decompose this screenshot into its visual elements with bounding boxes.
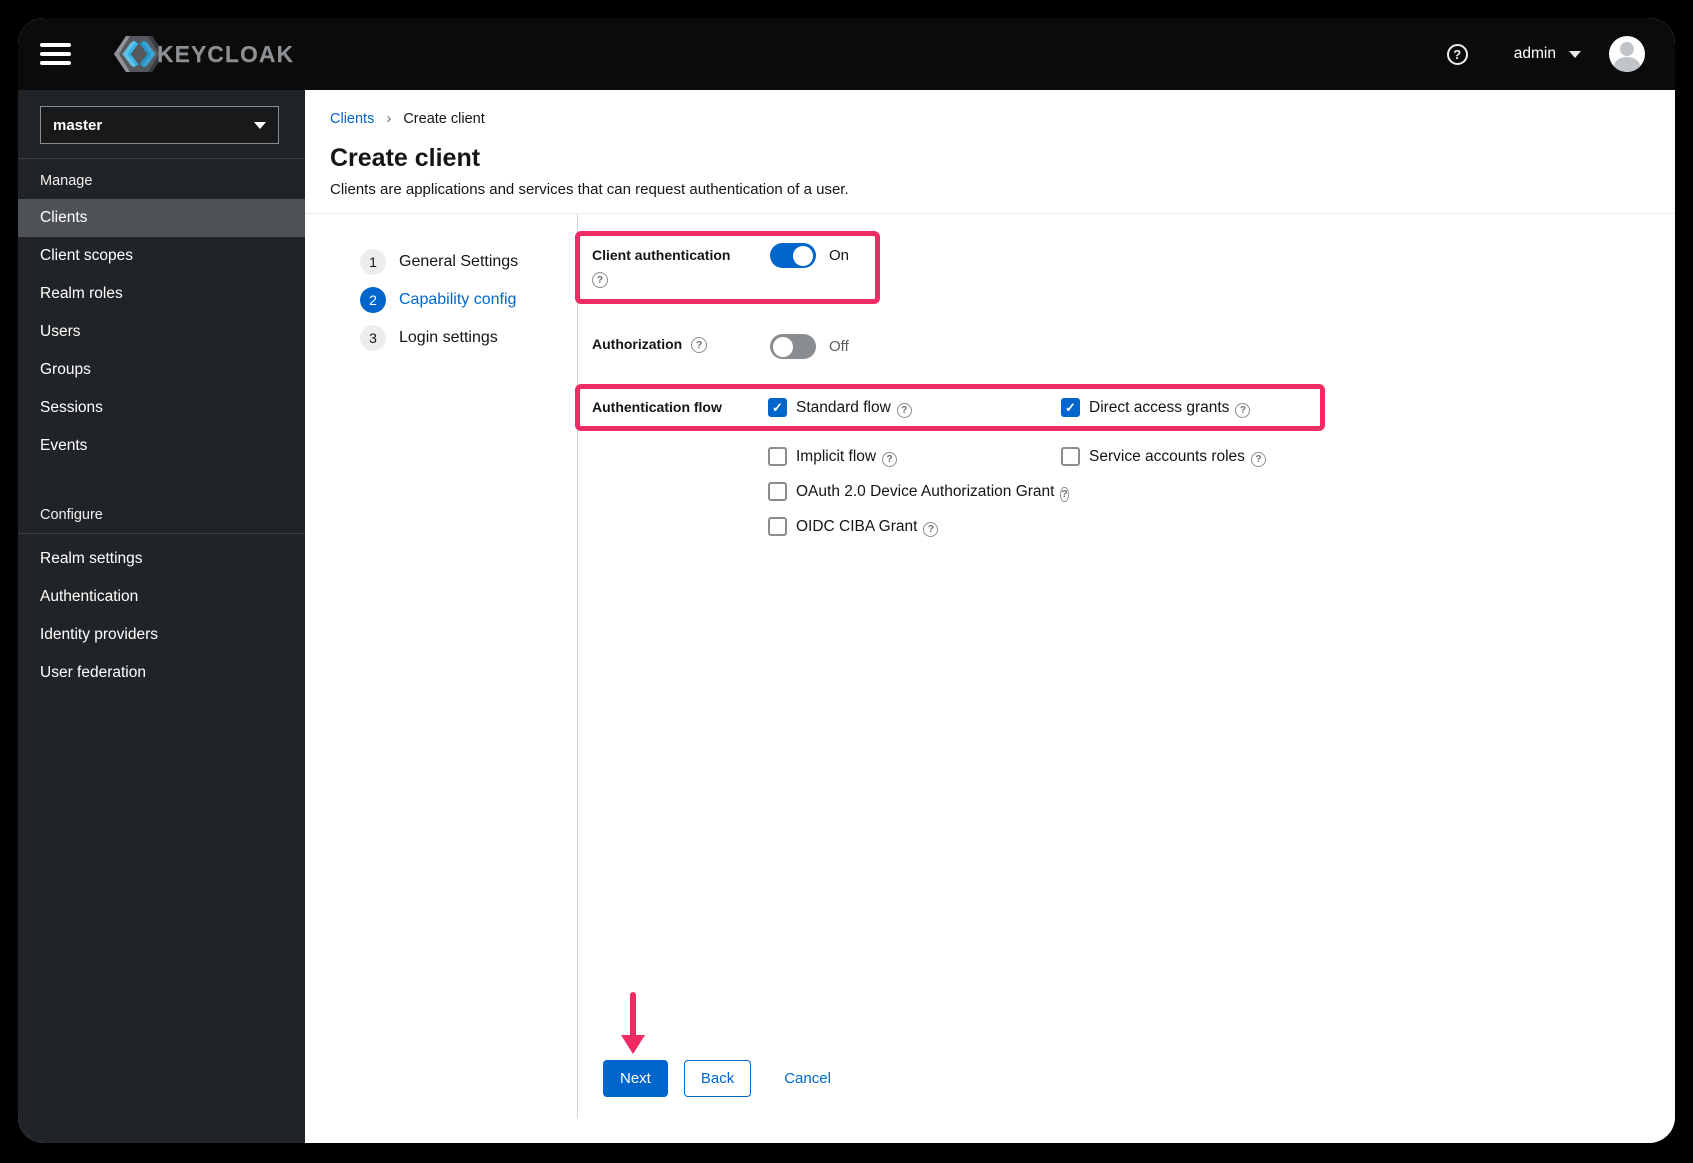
help-icon[interactable]: ? xyxy=(691,336,708,353)
breadcrumb: Clients › Create client xyxy=(330,110,1675,127)
sidebar-item-users[interactable]: Users xyxy=(18,313,305,351)
sidebar-item-identity-providers[interactable]: Identity providers xyxy=(18,616,305,654)
breadcrumb-separator-icon: › xyxy=(386,110,392,127)
step-number-badge: 2 xyxy=(360,287,386,313)
authentication-flow-row: ✓ OAuth 2.0 Device Authorization Grant ? xyxy=(592,482,1635,502)
authorization-toggle[interactable] xyxy=(770,334,816,359)
authentication-flow-row: ✓ Implicit flow ? ✓ Service accounts rol… xyxy=(592,447,1635,467)
sidebar-item-groups[interactable]: Groups xyxy=(18,351,305,389)
help-icon[interactable]: ? xyxy=(1250,452,1266,467)
wizard-step-general-settings[interactable]: 1 General Settings xyxy=(360,249,577,275)
help-icon[interactable]: ? xyxy=(1235,403,1251,418)
chevron-down-icon xyxy=(1569,50,1581,58)
sidebar-item-sessions[interactable]: Sessions xyxy=(18,389,305,427)
step-label: Capability config xyxy=(399,291,517,308)
keycloak-logo: KEYCLOAK xyxy=(113,34,294,74)
help-icon[interactable]: ? xyxy=(1446,43,1468,65)
implicit-flow-label[interactable]: Implicit flow xyxy=(796,448,876,466)
step-label: Login settings xyxy=(399,329,498,346)
capability-config-form: Client authentication ? On Authorization… xyxy=(575,214,1675,1143)
help-icon-glyph: ? xyxy=(1453,46,1462,62)
breadcrumb-clients-link[interactable]: Clients xyxy=(330,111,374,127)
realm-selector[interactable]: master xyxy=(40,106,279,144)
sidebar-item-user-federation[interactable]: User federation xyxy=(18,654,305,692)
oidc-ciba-grant-label[interactable]: OIDC CIBA Grant xyxy=(796,518,917,536)
help-icon[interactable]: ? xyxy=(882,452,898,467)
page-title: Create client xyxy=(330,144,481,172)
client-authentication-label: Client authentication xyxy=(592,247,731,263)
service-accounts-roles-label[interactable]: Service accounts roles xyxy=(1089,448,1245,466)
sidebar-item-realm-roles[interactable]: Realm roles xyxy=(18,275,305,313)
direct-access-grants-checkbox[interactable]: ✓ xyxy=(1061,398,1080,417)
next-button[interactable]: Next xyxy=(603,1060,668,1097)
sidebar: master Manage Clients Client scopes Real… xyxy=(18,90,305,1143)
step-number-badge: 3 xyxy=(360,325,386,351)
wizard-footer: Next Back Cancel xyxy=(592,992,1635,1097)
annotation-arrow-icon xyxy=(621,992,645,1054)
step-label: General Settings xyxy=(399,253,519,270)
standard-flow-checkbox[interactable]: ✓ xyxy=(768,398,787,417)
standard-flow-label[interactable]: Standard flow xyxy=(796,399,891,417)
authorization-label: Authorization xyxy=(592,336,683,352)
nav-group-configure-title: Configure xyxy=(40,507,103,523)
authorization-state: Off xyxy=(829,338,849,355)
app-window: KEYCLOAK ? admin master Manage Clients C… xyxy=(18,18,1675,1143)
sidebar-item-events[interactable]: Events xyxy=(18,427,305,465)
sidebar-item-realm-settings[interactable]: Realm settings xyxy=(18,540,305,578)
client-authentication-toggle[interactable] xyxy=(770,243,816,268)
help-icon[interactable]: ? xyxy=(896,403,912,418)
brand-text: KEYCLOAK xyxy=(157,40,295,67)
authentication-flow-row: ✓ OIDC CIBA Grant ? xyxy=(592,517,1635,537)
chevron-down-icon xyxy=(254,121,266,129)
main-content: Clients › Create client Create client Cl… xyxy=(305,90,1675,1143)
wizard-steps-nav: 1 General Settings 2 Capability config 3… xyxy=(305,214,578,1118)
help-icon[interactable]: ? xyxy=(923,522,939,537)
sidebar-item-authentication[interactable]: Authentication xyxy=(18,578,305,616)
sidebar-item-client-scopes[interactable]: Client scopes xyxy=(18,237,305,275)
help-glyph: ? xyxy=(696,338,703,351)
step-number-badge: 1 xyxy=(360,249,386,275)
oauth-device-grant-label[interactable]: OAuth 2.0 Device Authorization Grant xyxy=(796,483,1054,501)
help-icon[interactable]: ? xyxy=(1060,487,1069,502)
direct-access-grants-label[interactable]: Direct access grants xyxy=(1089,399,1229,417)
implicit-flow-checkbox[interactable]: ✓ xyxy=(768,447,787,466)
authentication-flow-label: Authentication flow xyxy=(592,399,722,415)
breadcrumb-current: Create client xyxy=(403,110,485,127)
client-authentication-state: On xyxy=(829,247,850,264)
help-icon[interactable]: ? xyxy=(592,272,608,288)
user-menu[interactable]: admin xyxy=(1514,45,1581,63)
annotation-box-authentication-flow: Authentication flow ✓ Standard flow ? ✓ … xyxy=(575,384,1326,431)
oauth-device-grant-checkbox[interactable]: ✓ xyxy=(768,482,787,501)
annotation-box-client-authentication: Client authentication ? On xyxy=(575,231,881,304)
page-subtitle: Clients are applications and services th… xyxy=(330,181,849,198)
authorization-row: Authorization ? Off xyxy=(592,334,1635,359)
avatar[interactable] xyxy=(1609,36,1645,72)
sidebar-divider xyxy=(18,533,305,534)
oidc-ciba-grant-checkbox[interactable]: ✓ xyxy=(768,517,787,536)
cancel-button[interactable]: Cancel xyxy=(784,1060,831,1097)
nav-group-manage-title: Manage xyxy=(40,173,93,189)
service-accounts-roles-checkbox[interactable]: ✓ xyxy=(1061,447,1080,466)
top-header: KEYCLOAK ? admin xyxy=(18,18,1675,90)
username-label: admin xyxy=(1513,45,1556,62)
wizard-step-login-settings[interactable]: 3 Login settings xyxy=(360,325,577,351)
wizard-step-capability-config[interactable]: 2 Capability config xyxy=(360,287,577,313)
realm-name: master xyxy=(53,116,103,134)
sidebar-item-clients[interactable]: Clients xyxy=(18,199,305,237)
help-glyph: ? xyxy=(596,274,604,286)
back-button[interactable]: Back xyxy=(683,1060,752,1097)
hamburger-menu-icon[interactable] xyxy=(40,34,80,74)
